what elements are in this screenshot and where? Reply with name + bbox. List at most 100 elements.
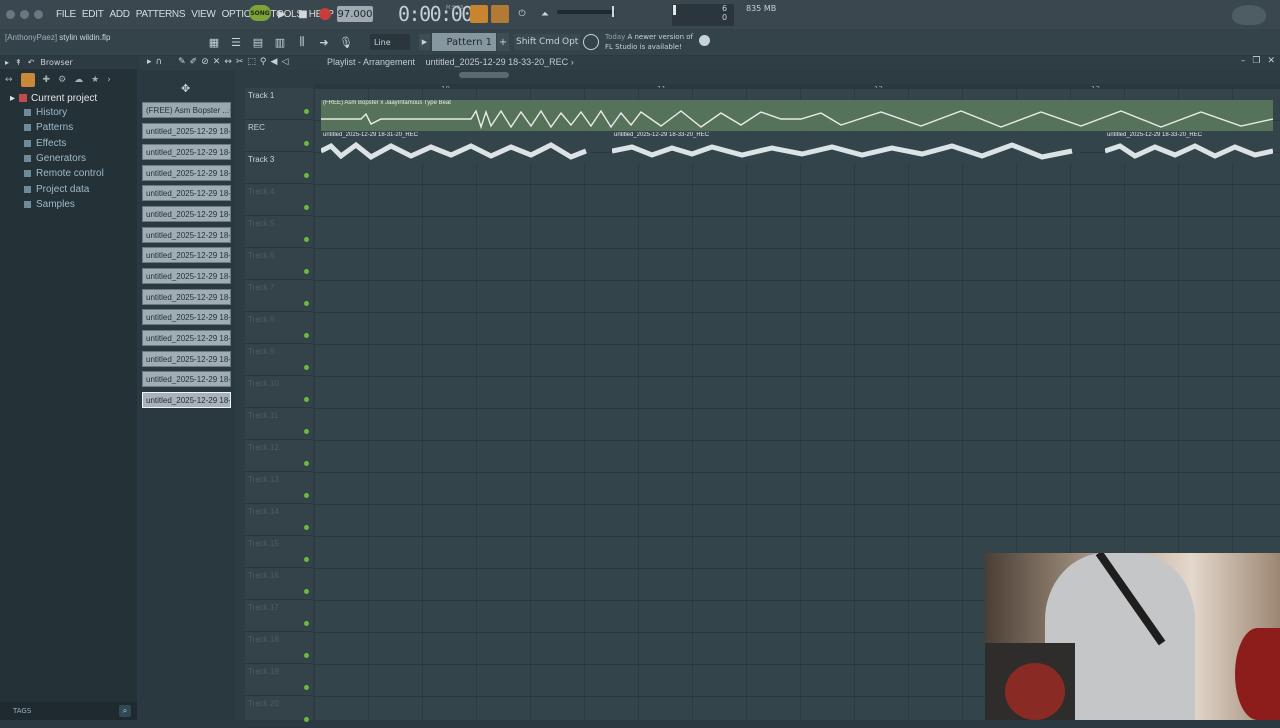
zoom-icon[interactable]: ⚲ xyxy=(260,57,267,67)
undo-icon[interactable]: ↶ xyxy=(28,58,35,67)
browser-menu-icon[interactable]: ▸ xyxy=(5,58,9,67)
track-mute-led[interactable] xyxy=(304,461,309,466)
mute-icon[interactable]: ✕ xyxy=(213,57,221,67)
pattern-item[interactable]: untitled_2025-12-29 18-... xyxy=(142,268,231,284)
tree-item-generators[interactable]: Generators xyxy=(0,151,137,166)
track-mute-led[interactable] xyxy=(304,141,309,146)
tree-item-effects[interactable]: Effects xyxy=(0,136,137,151)
move-icon[interactable]: ✥ xyxy=(181,82,190,95)
pattern-item[interactable]: (FREE) Asm Bopster ...✥ xyxy=(142,102,231,118)
track-header[interactable]: Track 15 xyxy=(245,536,313,568)
record-button[interactable] xyxy=(316,5,334,23)
horizontal-scrollbar[interactable] xyxy=(459,72,509,78)
collapse-icon[interactable]: ↔ xyxy=(5,75,13,85)
stop-button[interactable]: ■ xyxy=(294,5,312,23)
magnet-icon[interactable]: ∩ xyxy=(156,57,163,67)
track-mute-led[interactable] xyxy=(304,429,309,434)
play-button[interactable]: ▶ xyxy=(273,5,291,23)
tempo-display[interactable]: 97.000 xyxy=(337,6,373,22)
browser-button[interactable]: ⫼ xyxy=(293,33,311,51)
news-icon[interactable] xyxy=(583,34,599,50)
menu-file[interactable]: FILE xyxy=(53,9,79,20)
pattern-mode-button[interactable] xyxy=(470,5,488,23)
audio-clip-rec-b[interactable]: untitled_2025-12-29 18-33-20_REC xyxy=(612,132,1080,163)
pattern-item[interactable]: untitled_2025-12-29 18-... xyxy=(142,247,231,263)
gear-icon[interactable]: ⚙ xyxy=(58,75,66,85)
track-mute-led[interactable] xyxy=(304,685,309,690)
slip-icon[interactable]: ↔ xyxy=(224,57,232,67)
pattern-item-selected[interactable]: untitled_2025-12-29 18-... xyxy=(142,392,231,408)
track-header[interactable]: Track 6 xyxy=(245,248,313,280)
track-header[interactable]: Track 1 xyxy=(245,88,313,120)
pin-icon[interactable]: ↟ xyxy=(15,58,22,67)
pattern-item[interactable]: untitled_2025-12-29 18-... xyxy=(142,123,231,139)
tree-item-history[interactable]: History xyxy=(0,105,137,120)
track-header[interactable]: Track 9 xyxy=(245,344,313,376)
minimize-icon[interactable]: – xyxy=(1241,56,1246,66)
minimize-window-button[interactable] xyxy=(20,10,29,19)
track-header[interactable]: Track 18 xyxy=(245,632,313,664)
track-mute-led[interactable] xyxy=(304,397,309,402)
track-header[interactable]: Track 5 xyxy=(245,216,313,248)
pattern-item[interactable]: untitled_2025-12-29 18-... xyxy=(142,144,231,160)
menu-view[interactable]: VIEW xyxy=(188,9,218,20)
track-mute-led[interactable] xyxy=(304,205,309,210)
audio-clip-beat[interactable]: (FREE) Asm Bopster x JaayInfamous Type B… xyxy=(321,100,1273,131)
countdown-button[interactable] xyxy=(491,5,509,23)
track-mute-led[interactable] xyxy=(304,557,309,562)
menu-patterns[interactable]: PATTERNS xyxy=(133,9,188,20)
shift-key-button[interactable]: Shift xyxy=(514,34,539,50)
tree-current-project[interactable]: ▸ Current project xyxy=(0,91,137,105)
pattern-item[interactable]: untitled_2025-12-29 18-... xyxy=(142,289,231,305)
track-header[interactable]: Track 11 xyxy=(245,408,313,440)
track-header[interactable]: Track 12 xyxy=(245,440,313,472)
pattern-item[interactable]: untitled_2025-12-29 18-... xyxy=(142,309,231,325)
menu-add[interactable]: ADD xyxy=(107,9,133,20)
slice-icon[interactable]: ✂ xyxy=(236,57,244,67)
tree-item-patterns[interactable]: Patterns xyxy=(0,120,137,135)
news-panel[interactable]: Today A newer version of FL Studio is av… xyxy=(605,32,693,52)
close-window-button[interactable] xyxy=(6,10,15,19)
track-mute-led[interactable] xyxy=(304,173,309,178)
track-mute-led[interactable] xyxy=(304,109,309,114)
pattern-item[interactable]: untitled_2025-12-29 18-... xyxy=(142,371,231,387)
cmd-key-button[interactable]: Cmd xyxy=(537,34,562,50)
pattern-item[interactable]: untitled_2025-12-29 18-... xyxy=(142,351,231,367)
restore-icon[interactable]: ❐ xyxy=(1252,56,1260,66)
opt-key-button[interactable]: Opt xyxy=(560,34,581,50)
track-header[interactable]: REC xyxy=(245,120,313,152)
track-header[interactable]: Track 20 xyxy=(245,696,313,728)
master-slider-handle[interactable] xyxy=(612,6,614,17)
master-pitch-slider[interactable] xyxy=(557,10,615,14)
audio-clip-rec-c[interactable]: untitled_2025-12-29 18-33-20_REC xyxy=(1105,132,1273,163)
track-mute-led[interactable] xyxy=(304,333,309,338)
track-header[interactable]: Track 19 xyxy=(245,664,313,696)
track-mute-led[interactable] xyxy=(304,621,309,626)
all-files-button[interactable] xyxy=(20,73,35,87)
track-mute-led[interactable] xyxy=(304,365,309,370)
search-icon[interactable]: ⌕ xyxy=(119,705,131,717)
audio-clip-rec-a[interactable]: untitled_2025-12-29 18-31-20_REC xyxy=(321,132,591,163)
close-icon[interactable]: ✕ xyxy=(1267,56,1275,66)
song-mode-toggle[interactable]: SONG xyxy=(249,5,271,21)
pattern-item[interactable]: untitled_2025-12-29 18-... xyxy=(142,330,231,346)
chevron-right-icon[interactable]: › xyxy=(107,75,111,85)
mixer-button[interactable]: ▥ xyxy=(271,33,289,51)
pattern-select[interactable]: Pattern 1 xyxy=(432,33,496,51)
playlist-view-button[interactable]: ▦ xyxy=(205,33,223,51)
metronome-button[interactable]: ⏶ xyxy=(536,5,554,23)
track-header[interactable]: Track 8 xyxy=(245,312,313,344)
pattern-item[interactable]: untitled_2025-12-29 18-... xyxy=(142,206,231,222)
playlist-menu-icon[interactable]: ▸ xyxy=(147,57,152,67)
track-header[interactable]: Track 14 xyxy=(245,504,313,536)
wait-input-button[interactable]: ⏻ xyxy=(513,5,531,23)
track-mute-led[interactable] xyxy=(304,493,309,498)
pencil-icon[interactable]: ✎ xyxy=(178,57,186,67)
track-header[interactable]: Track 10 xyxy=(245,376,313,408)
track-header[interactable]: Track 7 xyxy=(245,280,313,312)
track-mute-led[interactable] xyxy=(304,589,309,594)
track-mute-led[interactable] xyxy=(304,237,309,242)
next-button[interactable]: ➜ xyxy=(315,33,333,51)
menu-edit[interactable]: EDIT xyxy=(79,9,107,20)
pattern-item[interactable]: untitled_2025-12-29 18-... xyxy=(142,185,231,201)
